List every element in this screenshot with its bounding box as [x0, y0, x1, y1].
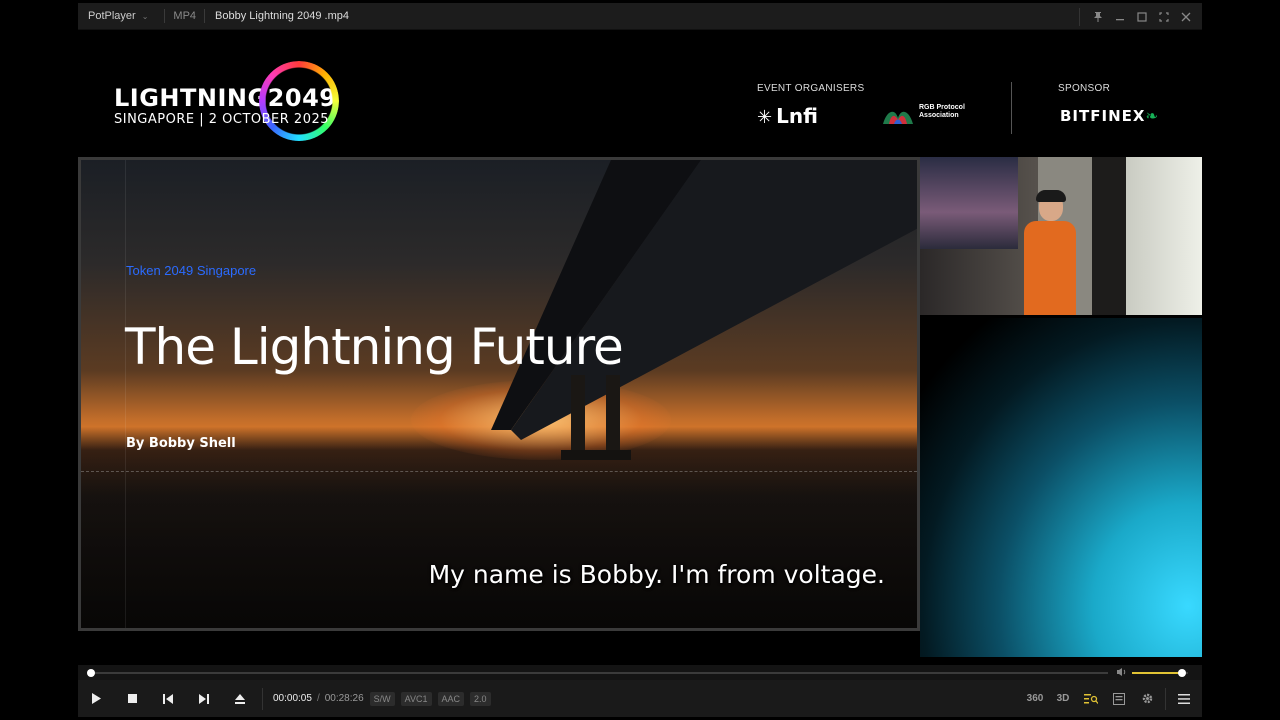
divider [164, 9, 166, 23]
gear-icon [1142, 693, 1152, 704]
next-button[interactable] [186, 680, 222, 717]
video-codec-badge[interactable]: AVC1 [400, 691, 432, 706]
hamburger-icon [1178, 693, 1190, 704]
lnfi-name: Lnfi [776, 104, 818, 128]
divider [1079, 7, 1080, 26]
slide-guide-line [125, 160, 126, 628]
leaf-icon: ❧ [1145, 107, 1160, 125]
bitfinex-name: BITFINEX [1060, 107, 1146, 125]
seek-bar-handle[interactable] [87, 669, 96, 677]
speaker-cap [1036, 190, 1066, 202]
app-menu-button[interactable]: PotPlayer ⌄ [78, 3, 156, 29]
volume-handle[interactable] [1178, 669, 1187, 677]
minimize-icon[interactable] [1110, 7, 1130, 27]
slide-title: The Lightning Future [125, 318, 624, 376]
volume-slider[interactable] [1132, 669, 1188, 677]
menu-button[interactable] [1170, 680, 1198, 717]
maximize-icon[interactable] [1132, 7, 1152, 27]
fullscreen-icon[interactable] [1154, 7, 1174, 27]
cyan-glow-background [920, 318, 1202, 657]
window-controls [1079, 3, 1196, 30]
play-icon [92, 693, 101, 704]
3d-button[interactable]: 3D [1049, 680, 1077, 717]
seek-row [78, 665, 1202, 680]
playlist-button[interactable] [1105, 680, 1133, 717]
close-icon[interactable] [1176, 7, 1196, 27]
subtitle-search-button[interactable] [1077, 680, 1105, 717]
sponsor-label: SPONSOR [1058, 83, 1111, 94]
total-time[interactable]: 00:28:26 [325, 693, 364, 704]
organisers-label: EVENT ORGANISERS [757, 83, 865, 94]
speaker-figure [1024, 221, 1076, 315]
eject-button[interactable] [222, 680, 258, 717]
title-bar: PotPlayer ⌄ MP4 Bobby Lightning 2049 .mp… [78, 3, 1202, 30]
playlist-icon [1113, 692, 1125, 705]
background-window [1126, 157, 1202, 315]
play-button[interactable] [78, 680, 114, 717]
eject-icon [235, 693, 245, 704]
bridge-image [491, 160, 917, 460]
slide-kicker: Token 2049 Singapore [126, 263, 257, 278]
stop-button[interactable] [114, 680, 150, 717]
decoder-badge[interactable]: S/W [369, 691, 395, 706]
speaker-camera [920, 157, 1202, 315]
stage-screen [920, 157, 1018, 249]
chevron-down-icon: ⌄ [141, 11, 149, 21]
skip-back-icon [163, 693, 173, 704]
volume-icon[interactable] [1116, 667, 1128, 680]
audio-channels-badge[interactable]: 2.0 [470, 691, 491, 706]
divider [204, 9, 206, 23]
rainbow-ring-logo [259, 61, 339, 141]
app-name: PotPlayer [88, 10, 136, 22]
divider [1165, 687, 1166, 710]
slide-author: By Bobby Shell [126, 436, 236, 451]
subtitle-caption: My name is Bobby. I'm from voltage. [428, 560, 885, 589]
current-time[interactable]: 00:00:05 [273, 693, 312, 704]
player-window: PotPlayer ⌄ MP4 Bobby Lightning 2049 .mp… [78, 3, 1202, 717]
time-separator: / [316, 693, 320, 704]
skip-forward-icon [199, 693, 209, 704]
audio-codec-badge[interactable]: AAC [437, 691, 465, 706]
lnfi-logo: ✳ Lnfi [757, 104, 818, 128]
rgb-logo-icon [883, 111, 913, 124]
volume-fill [1132, 672, 1183, 674]
event-logo-subtitle: SINGAPORE | 2 OCTOBER 2025 [114, 112, 330, 127]
subtitle-search-icon [1084, 693, 1098, 704]
video-frame[interactable]: LIGHTNING2049 SINGAPORE | 2 OCTOBER 2025… [78, 30, 1202, 665]
seek-bar[interactable] [87, 669, 1108, 677]
background-pillar [1092, 157, 1126, 315]
bitfinex-logo: BITFINEX❧ [1060, 107, 1159, 125]
previous-button[interactable] [150, 680, 186, 717]
divider [262, 687, 263, 710]
control-bar: 00:00:05 / 00:28:26 S/W AVC1 AAC 2.0 360… [78, 680, 1202, 717]
3d-label: 3D [1056, 693, 1070, 704]
settings-button[interactable] [1133, 680, 1161, 717]
pin-icon[interactable] [1088, 7, 1108, 27]
rgb-logo-text: RGB Protocol Association [919, 104, 965, 119]
file-title: Bobby Lightning 2049 .mp4 [215, 10, 349, 22]
vr-360-button[interactable]: 360 [1021, 680, 1049, 717]
lnfi-mark-icon: ✳ [757, 107, 773, 128]
stop-icon [127, 694, 137, 703]
right-controls: 360 3D [1021, 680, 1198, 717]
dotted-line [81, 471, 917, 472]
divider [1011, 82, 1012, 134]
format-label: MP4 [173, 10, 197, 22]
presentation-slide: Token 2049 Singapore The Lightning Futur… [78, 157, 920, 631]
vr-360-label: 360 [1026, 693, 1044, 704]
